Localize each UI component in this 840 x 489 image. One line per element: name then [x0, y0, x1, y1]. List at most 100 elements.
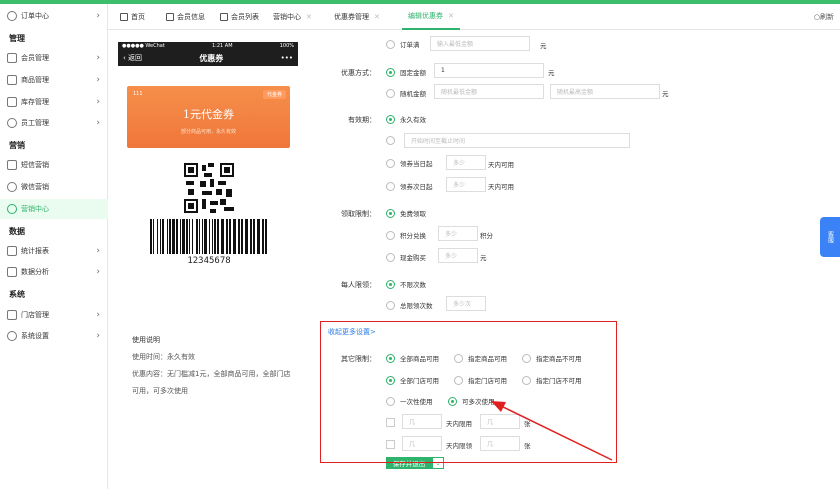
same-day-input[interactable]: 多少	[446, 155, 486, 170]
usage-title: 使用说明	[132, 336, 160, 344]
radio-unlimited[interactable]: 不限次数	[386, 279, 426, 289]
radio-cash[interactable]: 现金购买	[386, 252, 426, 262]
radio-button[interactable]	[386, 279, 395, 289]
sidebar-item-label: 统计报表	[21, 247, 49, 255]
cash-input[interactable]: 多少	[438, 248, 478, 263]
radio-total-limit[interactable]: 总限领次数	[386, 300, 433, 310]
radio-button[interactable]	[386, 252, 395, 262]
radio-forever[interactable]: 永久有效	[386, 114, 426, 124]
radio-points[interactable]: 积分兑换	[386, 230, 426, 240]
radio-label: 积分兑换	[400, 232, 426, 240]
wechat-icon	[7, 182, 17, 192]
time-label: 1:21 AM	[211, 43, 233, 49]
close-icon[interactable]: ✕	[306, 13, 312, 21]
tab-edit-coupon[interactable]: 编辑优惠券 ✕	[402, 4, 460, 30]
tab-member-list[interactable]: 会员列表	[220, 4, 259, 30]
chevron-right-icon: ›	[96, 53, 100, 63]
points-input[interactable]: 多少	[438, 226, 478, 241]
support-side-button[interactable]: 客服	[820, 217, 840, 257]
order-min-input[interactable]: 输入最低金额	[430, 36, 530, 51]
input-placeholder: 多少	[453, 160, 466, 167]
sidebar-section-header: 系统	[9, 290, 25, 299]
radio-button[interactable]	[386, 158, 395, 168]
tab-home[interactable]: 首页	[120, 4, 145, 30]
phone-nav-bar: ‹ 返回 优惠券 •••	[118, 50, 298, 66]
phone-back-button[interactable]: ‹ 返回	[123, 53, 142, 63]
tab-label: 营销中心	[273, 13, 301, 21]
barcode-number: 12345678	[187, 256, 231, 266]
unit-label: 元	[480, 254, 487, 262]
radio-label: 不限次数	[400, 281, 426, 289]
tab-label: 会员列表	[231, 13, 259, 21]
phone-status-bar: ●●●●● WeChat 1:21 AM 100%	[118, 42, 298, 50]
radio-random-amount[interactable]: 随机金额	[386, 88, 426, 98]
radio-next-day[interactable]: 领券次日起	[386, 181, 433, 191]
support-label: 客服	[826, 231, 834, 243]
tab-label: 会员信息	[177, 13, 205, 21]
refresh-button[interactable]: ○刷新	[814, 12, 834, 22]
sidebar-item-orders[interactable]: 订单中心 ›	[0, 6, 108, 26]
tab-member-info[interactable]: 会员信息	[166, 4, 205, 30]
sidebar-item-products[interactable]: 商品管理 ›	[0, 70, 108, 90]
radio-same-day[interactable]: 领券当日起	[386, 158, 433, 168]
radio-date-range[interactable]	[386, 136, 400, 145]
radio-button[interactable]	[386, 39, 395, 49]
sidebar: 订单中心 › 管理 会员管理 › 商品管理 › 库存管理 › 员工管理 › 营销…	[0, 4, 108, 489]
unit-label: 元	[662, 90, 669, 98]
coupon-tag: 代金券	[262, 90, 286, 99]
random-min-input[interactable]: 随机最低金额	[434, 84, 544, 99]
chevron-right-icon: ›	[96, 267, 100, 277]
sidebar-item-analytics[interactable]: 数据分析 ›	[0, 262, 108, 282]
back-label: 返回	[128, 54, 143, 62]
total-limit-input[interactable]: 多少次	[446, 296, 486, 311]
radio-button[interactable]	[386, 230, 395, 240]
globe-icon	[7, 11, 17, 21]
tab-coupon-manage[interactable]: 优惠券管理 ✕	[334, 4, 380, 30]
radio-label: 固定金额	[400, 69, 426, 77]
next-day-input[interactable]: 多少	[446, 177, 486, 192]
sidebar-item-staff[interactable]: 员工管理 ›	[0, 113, 108, 133]
tab-bar: 首页 会员信息 会员列表 营销中心 ✕ 优惠券管理 ✕ 编辑优惠券 ✕ ○刷新	[108, 4, 840, 30]
radio-label: 订单满	[400, 41, 420, 49]
radio-button[interactable]	[386, 114, 395, 124]
sidebar-section-header: 营销	[9, 141, 25, 150]
tab-marketing[interactable]: 营销中心 ✕	[273, 4, 312, 30]
highlight-box	[320, 321, 617, 463]
sidebar-item-settings[interactable]: 系统设置 ›	[0, 326, 108, 346]
radio-button[interactable]	[386, 67, 395, 77]
main-content: ●●●●● WeChat 1:21 AM 100% ‹ 返回 优惠券 ••• 1…	[108, 30, 840, 489]
sidebar-item-reports[interactable]: 统计报表 ›	[0, 241, 108, 261]
chevron-right-icon: ›	[96, 246, 100, 256]
date-range-input[interactable]: 开始时间至截止时间	[404, 133, 630, 148]
radio-button[interactable]	[386, 136, 395, 145]
close-icon[interactable]: ✕	[448, 12, 454, 20]
radio-fixed-amount[interactable]: 固定金额	[386, 67, 426, 77]
sidebar-item-label: 商品管理	[21, 76, 49, 84]
sidebar-item-inventory[interactable]: 库存管理 ›	[0, 92, 108, 112]
phone-preview: ●●●●● WeChat 1:21 AM 100% ‹ 返回 优惠券 ••• 1…	[118, 42, 298, 482]
radio-button[interactable]	[386, 208, 395, 218]
radio-button[interactable]	[386, 181, 395, 191]
random-max-input[interactable]: 随机最高金额	[550, 84, 660, 99]
usage-time: 使用时间：永久有效	[132, 353, 195, 361]
gear-icon	[7, 331, 17, 341]
close-icon[interactable]: ✕	[374, 13, 380, 21]
sidebar-item-wechat[interactable]: 微信营销	[0, 177, 108, 197]
home-icon	[120, 13, 128, 21]
sidebar-item-stores[interactable]: 门店管理 ›	[0, 305, 108, 325]
fixed-amount-input[interactable]: 1	[434, 63, 544, 78]
radio-button[interactable]	[386, 300, 395, 310]
person-icon	[166, 13, 174, 21]
more-icon[interactable]: •••	[281, 54, 293, 62]
chevron-right-icon: ›	[96, 331, 100, 341]
box-icon	[7, 97, 17, 107]
radio-order-min[interactable]: 订单满	[386, 39, 420, 49]
radio-free[interactable]: 免费领取	[386, 208, 426, 218]
unit-label: 积分	[480, 232, 493, 240]
sidebar-item-members[interactable]: 会员管理 ›	[0, 48, 108, 68]
radio-button[interactable]	[386, 88, 395, 98]
radio-label: 总限领次数	[400, 302, 433, 310]
sidebar-item-sms[interactable]: 短信营销	[0, 155, 108, 175]
sidebar-item-label: 系统设置	[21, 332, 49, 340]
sidebar-item-marketing[interactable]: 营销中心	[0, 199, 108, 219]
